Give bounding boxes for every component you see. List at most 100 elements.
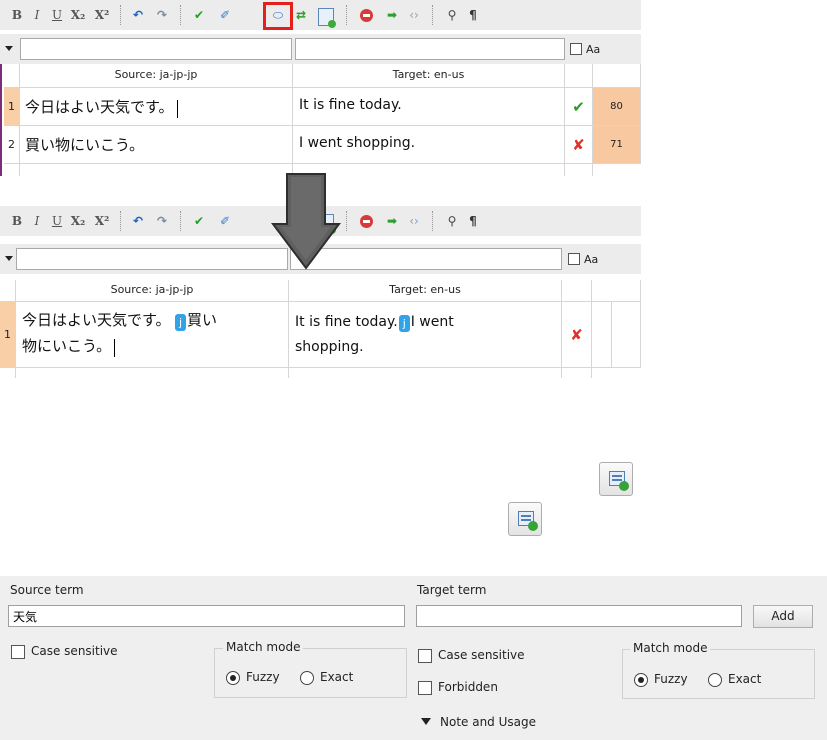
- add-term-icon[interactable]: [508, 502, 542, 536]
- underline-button[interactable]: U: [50, 212, 64, 230]
- source-filter-input[interactable]: [16, 248, 288, 270]
- target-segment[interactable]: I went shopping.: [293, 126, 565, 164]
- target-filter-input[interactable]: [295, 38, 565, 60]
- redo-icon[interactable]: ↷: [152, 6, 172, 24]
- italic-button[interactable]: I: [30, 6, 44, 24]
- pencil-icon[interactable]: ✐: [216, 212, 234, 230]
- underline-button[interactable]: U: [50, 6, 64, 24]
- bold-button[interactable]: B: [10, 6, 24, 24]
- target-term-input[interactable]: [416, 605, 742, 627]
- source-term-input[interactable]: [8, 605, 405, 627]
- binoculars-icon[interactable]: ⚲: [444, 212, 460, 230]
- add-term-icon[interactable]: [599, 462, 633, 496]
- subscript-button[interactable]: X₂: [68, 212, 88, 230]
- source-fuzzy-radio[interactable]: [226, 671, 240, 685]
- check-icon[interactable]: ✔: [190, 6, 208, 24]
- toolbar-separator: [346, 211, 347, 231]
- rejected-cross-icon[interactable]: ✘: [562, 302, 592, 368]
- target-exact-radio[interactable]: [708, 673, 722, 687]
- source-segment[interactable]: 買い物にいこう。: [20, 126, 293, 164]
- tag-icon[interactable]: ‹›: [406, 6, 422, 24]
- source-exact-radio[interactable]: [300, 671, 314, 685]
- source-filter-input[interactable]: [20, 38, 292, 60]
- add-term-icon[interactable]: [318, 8, 336, 28]
- source-match-mode-title: Match mode: [223, 640, 304, 654]
- row-number: 2: [4, 126, 20, 164]
- toolbar-separator: [432, 211, 433, 231]
- target-term-label: Target term: [417, 583, 487, 597]
- source-segment[interactable]: 今日はよい天気です。 j 買い 物にいこう。: [16, 302, 289, 368]
- target-column-header[interactable]: Target: en-us: [289, 280, 562, 302]
- bold-button[interactable]: B: [10, 212, 24, 230]
- status-cell: [562, 368, 592, 378]
- undo-icon[interactable]: ↶: [128, 6, 148, 24]
- chevron-down-icon[interactable]: [5, 256, 13, 261]
- target-case-sensitive-label: Case sensitive: [438, 648, 525, 662]
- subscript-button[interactable]: X₂: [68, 6, 88, 24]
- filter-bar: Aa: [0, 34, 641, 64]
- source-text: 今日はよい天気です。: [25, 98, 174, 116]
- italic-button[interactable]: I: [30, 212, 44, 230]
- row-number: 1: [4, 88, 20, 126]
- pilcrow-icon[interactable]: ¶: [466, 212, 480, 230]
- score-cell: [592, 302, 612, 368]
- superscript-button[interactable]: X²: [92, 212, 112, 230]
- target-forbidden-checkbox[interactable]: [418, 681, 432, 695]
- swap-icon[interactable]: ⇄: [292, 6, 310, 24]
- target-text: I went shopping.: [299, 135, 416, 151]
- match-score: 71: [593, 126, 641, 164]
- target-segment[interactable]: It is fine today. j I went shopping.: [289, 302, 562, 368]
- source-segment[interactable]: 今日はよい天気です。: [20, 88, 293, 126]
- triangle-down-icon[interactable]: [421, 718, 431, 725]
- row-number: 1: [0, 302, 16, 368]
- match-case-checkbox[interactable]: [568, 253, 580, 265]
- note-and-usage-toggle[interactable]: Note and Usage: [440, 715, 536, 729]
- toolbar-separator: [346, 5, 347, 25]
- segment-join-tag[interactable]: j: [175, 313, 187, 331]
- segment-join-tag[interactable]: j: [398, 314, 410, 332]
- rejected-cross-icon[interactable]: ✘: [565, 126, 593, 164]
- target-case-sensitive-checkbox[interactable]: [418, 649, 432, 663]
- arrow-right-icon[interactable]: ➡: [384, 6, 400, 24]
- editor-before: B I U X₂ X² ↶ ↷ ✔ ✐ ⬭ ⇄ ➡ ‹› ⚲ ¶ Aa Sour…: [0, 0, 641, 176]
- tag-icon[interactable]: ‹›: [406, 212, 422, 230]
- source-case-sensitive-checkbox[interactable]: [11, 645, 25, 659]
- source-column-header[interactable]: Source: ja-jp-jp: [20, 64, 293, 88]
- stop-icon[interactable]: [360, 9, 373, 22]
- match-case-checkbox[interactable]: [570, 43, 582, 55]
- source-text: 物にいこう。: [22, 337, 112, 355]
- grid-left-rule: [0, 64, 2, 176]
- arrow-right-icon[interactable]: ➡: [384, 212, 400, 230]
- toolbar-separator: [120, 211, 121, 231]
- source-segment[interactable]: [20, 164, 293, 176]
- superscript-button[interactable]: X²: [92, 6, 112, 24]
- plus-icon: [619, 481, 629, 491]
- source-column-header[interactable]: Source: ja-jp-jp: [16, 280, 289, 302]
- stop-icon[interactable]: [360, 215, 373, 228]
- text-cursor: [114, 339, 116, 357]
- binoculars-icon[interactable]: ⚲: [444, 6, 460, 24]
- add-button[interactable]: Add: [753, 605, 813, 628]
- target-column-header[interactable]: Target: en-us: [293, 64, 565, 88]
- source-text: 今日はよい天気です。: [22, 311, 171, 329]
- target-segment[interactable]: It is fine today.: [293, 88, 565, 126]
- source-segment[interactable]: [16, 368, 289, 378]
- segment-grid: Source: ja-jp-jp Target: en-us 1 今日はよい天気…: [0, 280, 641, 378]
- target-forbidden-label: Forbidden: [438, 680, 498, 694]
- grid-corner: [4, 64, 20, 88]
- target-text: I went: [410, 314, 454, 330]
- confirmed-check-icon[interactable]: ✔: [565, 88, 593, 126]
- status-column-header: [562, 280, 592, 302]
- toolbar-separator: [180, 211, 181, 231]
- grid-corner: [0, 280, 16, 302]
- undo-icon[interactable]: ↶: [128, 212, 148, 230]
- chevron-down-icon[interactable]: [5, 46, 13, 51]
- target-segment[interactable]: [289, 368, 562, 378]
- check-icon[interactable]: ✔: [190, 212, 208, 230]
- pencil-icon[interactable]: ✐: [216, 6, 234, 24]
- target-fuzzy-radio[interactable]: [634, 673, 648, 687]
- match-case-label: Aa: [586, 43, 601, 56]
- redo-icon[interactable]: ↷: [152, 212, 172, 230]
- pilcrow-icon[interactable]: ¶: [466, 6, 480, 24]
- down-arrow-icon: [271, 173, 341, 270]
